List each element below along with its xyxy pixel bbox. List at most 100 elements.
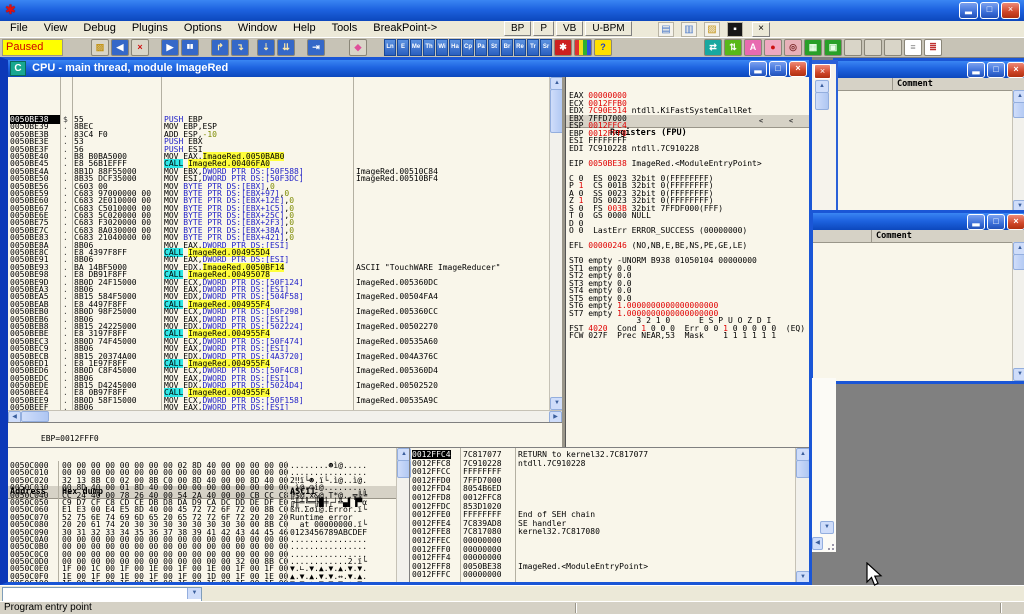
blank-button-2[interactable] xyxy=(864,39,882,56)
info-pane[interactable]: EBP=0012FFF0 xyxy=(8,422,562,447)
register-line[interactable]: P 1 CS 001B 32bit 0(FFFFFFFF) xyxy=(569,181,809,189)
dump-row[interactable]: 0050C0A000 00 00 00 00 00 00 00 00 00 00… xyxy=(8,535,396,542)
disasm-row[interactable]: 0050BEE4.E8 0B97F8FFCALL ImageRed.004955… xyxy=(8,388,549,395)
disasm-row[interactable]: 0050BEB6.8B06MOV EAX,DWORD PTR DS:[ESI] xyxy=(8,315,549,322)
scroll-thumb[interactable] xyxy=(21,411,49,422)
view-references-button[interactable]: Re xyxy=(514,39,526,56)
maximize-button[interactable]: □ xyxy=(769,61,787,77)
stack-scrollbar[interactable]: ▲ ▼ xyxy=(795,448,809,582)
scroll-thumb[interactable] xyxy=(1013,254,1024,270)
register-line[interactable]: A 0 SS 0023 32bit 0(FFFFFFFF) xyxy=(569,189,809,197)
blank-button-3[interactable] xyxy=(884,39,902,56)
disasm-row[interactable]: 0050BE50.8B35 DCF35000MOV ESI,DWORD PTR … xyxy=(8,174,549,181)
appearance-icon[interactable] xyxy=(574,39,592,56)
plugin-button-p[interactable]: P xyxy=(533,21,554,36)
help-icon[interactable]: ? xyxy=(594,39,612,56)
stack-row[interactable]: 0012FFE47C839AD8SE handler xyxy=(410,519,796,528)
disasm-row[interactable]: 0050BEBE.E8 3197F8FFCALL ImageRed.004955… xyxy=(8,329,549,336)
disasm-row[interactable]: 0050BEDE.8B15 D4245000MOV EDX,DWORD PTR … xyxy=(8,381,549,388)
disasm-row[interactable]: 0050BE45.E8 56B1EFFFCALL ImageRed.00406F… xyxy=(8,159,549,166)
dump-row[interactable]: 0050C0E01F 00 1C 00 1F 00 1E 00 1F 00 1E… xyxy=(8,564,396,571)
view-breakpoints-button[interactable]: Br xyxy=(501,39,513,56)
menu-item-view[interactable]: View xyxy=(36,21,76,37)
swap-icon[interactable]: ⇄ xyxy=(704,39,722,56)
register-line[interactable]: EAX 00000000 xyxy=(569,91,809,99)
disassembly-pane[interactable]: 0050BE38$55PUSH EBP0050BE39.8BECMOV EBP,… xyxy=(8,77,549,410)
dump-row[interactable]: 0050C040CC 24 40 00 78 26 40 00 54 2A 40… xyxy=(8,491,396,498)
disasm-row[interactable]: 0050BE59.C683 97000000 00MOV BYTE PTR DS… xyxy=(8,189,549,196)
maximize-button[interactable]: □ xyxy=(987,214,1005,230)
register-line[interactable]: ST6 empty 1.0000000000000000000 xyxy=(569,301,809,309)
register-line[interactable]: EDI 7C910228 ntdll.7C910228 xyxy=(569,144,809,152)
scroll-thumb[interactable] xyxy=(1013,102,1024,118)
updown-icon[interactable]: ⇅ xyxy=(724,39,742,56)
stack-row[interactable]: 0012FFDC853D1020 xyxy=(410,502,796,511)
disasm-row[interactable]: 0050BE60.C683 2E010000 00MOV BYTE PTR DS… xyxy=(8,196,549,203)
register-line[interactable]: ESI FFFFFFFF xyxy=(569,136,809,144)
disasm-row[interactable]: 0050BECB.8B15 20374A00MOV EDX,DWORD PTR … xyxy=(8,352,549,359)
registers-pane[interactable]: Registers (FPU) < < EAX 00000000ECX 0012… xyxy=(566,77,809,447)
close-icon[interactable]: × xyxy=(1007,214,1024,230)
disasm-row[interactable]: 0050BEA3.8B06MOV EAX,DWORD PTR DS:[ESI] xyxy=(8,285,549,292)
dump-row[interactable]: 0050C01000 00 00 00 00 00 00 00 00 00 00… xyxy=(8,468,396,475)
disasm-row[interactable]: 0050BEC3.8B0D 74F45000MOV ECX,DWORD PTR … xyxy=(8,337,549,344)
disasm-row[interactable]: 0050BE8C.E8 4397F8FFCALL ImageRed.004955… xyxy=(8,248,549,255)
stack-row[interactable]: 0012FFD48054B6ED xyxy=(410,484,796,493)
dump-row[interactable]: 0050C0C000 00 00 00 00 00 00 00 00 00 00… xyxy=(8,550,396,557)
disasm-row[interactable]: 0050BEE9.8B0D 58F15000MOV ECX,DWORD PTR … xyxy=(8,396,549,403)
register-line[interactable]: FST 4020 Cond 1 0 0 0 Err 0 0 1 0 0 0 0 … xyxy=(569,324,809,332)
restore-button[interactable]: □ xyxy=(980,2,999,19)
view-windows-button[interactable]: Wi xyxy=(436,39,448,56)
dump-row[interactable]: 0050C1001F 00 1F 00 1E 00 1F 00 1F 00 1F… xyxy=(8,579,396,582)
column-header[interactable]: Comment xyxy=(813,230,1024,243)
scroll-down-icon[interactable]: ▼ xyxy=(820,521,834,534)
stack-row[interactable]: 0012FFF400000000 xyxy=(410,553,796,562)
disasm-row[interactable]: 0050BE56.C603 00MOV BYTE PTR DS:[EBX],0 xyxy=(8,182,549,189)
view-memory-button[interactable]: Me xyxy=(410,39,422,56)
options-gear-icon[interactable]: ✱ xyxy=(554,39,572,56)
view-stack-button[interactable]: St xyxy=(488,39,500,56)
minimize-button[interactable]: ▂ xyxy=(749,61,767,77)
menubar-close-button[interactable]: × xyxy=(752,22,770,37)
plugin-button-bp[interactable]: BP xyxy=(504,21,531,36)
minimize-button[interactable]: ▂ xyxy=(967,62,985,78)
comment-window-2-titlebar[interactable]: ▂ □ × xyxy=(813,213,1024,230)
comment-window-1-titlebar[interactable]: ▂ □ × xyxy=(836,61,1024,78)
view-trace-button[interactable]: Tr xyxy=(527,39,539,56)
register-line[interactable]: EDX 7C90E514 ntdll.KiFastSystemCallRet xyxy=(569,106,809,114)
comment-column-label[interactable]: Comment xyxy=(876,230,912,242)
disasm-row[interactable]: 0050BED6.8B0D C8F45000MOV ECX,DWORD PTR … xyxy=(8,366,549,373)
stack-row[interactable]: 0012FFD07FFD7000 xyxy=(410,476,796,485)
stack-row[interactable]: 0012FFC47C817077RETURN to kernel32.7C817… xyxy=(410,450,796,459)
register-line[interactable]: C 0 ES 0023 32bit 0(FFFFFFFF) xyxy=(569,174,809,182)
disassembly-scrollbar[interactable]: ▲ ▼ xyxy=(549,77,563,410)
disasm-row[interactable]: 0050BE83.C683 21040000 00MOV BYTE PTR DS… xyxy=(8,233,549,240)
notepad-icon[interactable]: ▤ xyxy=(658,22,674,37)
pause-icon[interactable]: ▮▮ xyxy=(181,39,199,56)
view-source-button[interactable]: Sr xyxy=(540,39,552,56)
stack-row[interactable]: 0012FFD80012FFC8 xyxy=(410,493,796,502)
dump-row[interactable]: 0050C0F01E 00 1F 00 1E 00 1F 00 1F 00 1D… xyxy=(8,572,396,579)
disasm-row[interactable]: 0050BEEF.8B06MOV EAX,DWORD PTR DS:[ESI] xyxy=(8,403,549,410)
menu-item-window[interactable]: Window xyxy=(230,21,285,37)
close-button[interactable]: × xyxy=(1001,2,1020,19)
close-icon[interactable]: × xyxy=(814,64,831,79)
view-threads-button[interactable]: Th xyxy=(423,39,435,56)
menu-item-file[interactable]: File xyxy=(2,21,36,37)
cpu-titlebar[interactable]: C CPU - main thread, module ImageRed ▂ □… xyxy=(8,60,809,77)
console-icon[interactable]: ▪ xyxy=(727,22,743,37)
patch-grid-icon[interactable]: ▦ xyxy=(804,39,822,56)
disasm-row[interactable]: 0050BEA5.8B15 584F5000MOV EDX,DWORD PTR … xyxy=(8,292,549,299)
window-icon[interactable]: ▣ xyxy=(824,39,842,56)
step-into-icon[interactable]: ↱ xyxy=(211,39,229,56)
scroll-thumb[interactable] xyxy=(796,460,809,478)
disasm-row[interactable]: 0050BE7C.C683 8A030000 00MOV BYTE PTR DS… xyxy=(8,226,549,233)
disasm-row[interactable]: 0050BEDC.8B06MOV EAX,DWORD PTR DS:[ESI] xyxy=(8,374,549,381)
register-line[interactable]: S 0 FS 003B 32bit 7FFDF000(FFF) xyxy=(569,204,809,212)
stack-row[interactable]: 0012FFEC00000000 xyxy=(410,536,796,545)
resize-grip-icon[interactable] xyxy=(823,539,835,551)
plugin-button-ubpm[interactable]: U-BPM xyxy=(585,21,631,36)
scroll-left-icon[interactable]: ◀ xyxy=(812,537,823,550)
disasm-row[interactable]: 0050BE3E.53PUSH EBX xyxy=(8,137,549,144)
disasm-row[interactable]: 0050BE8A.8B06MOV EAX,DWORD PTR DS:[ESI] xyxy=(8,241,549,248)
